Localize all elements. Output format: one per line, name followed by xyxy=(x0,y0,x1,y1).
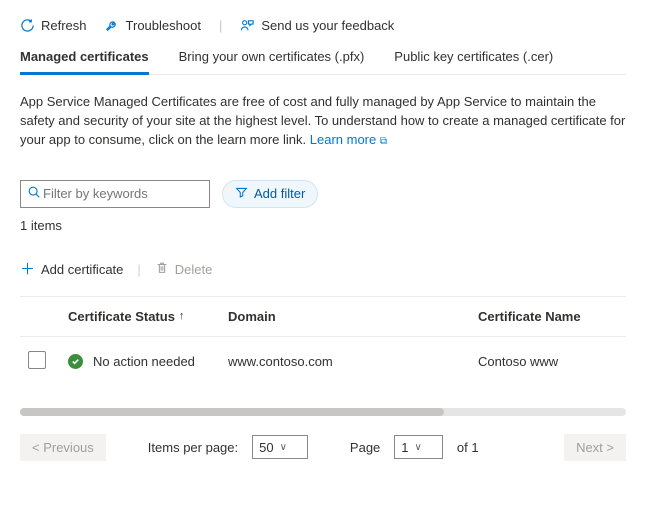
add-filter-label: Add filter xyxy=(254,186,305,201)
toolbar-separator: | xyxy=(219,18,222,33)
delete-button: Delete xyxy=(155,261,213,278)
refresh-button[interactable]: Refresh xyxy=(20,18,87,33)
refresh-icon xyxy=(20,18,35,33)
table-header-row: Certificate Status ↑ Domain Certificate … xyxy=(20,296,626,337)
items-per-page-select[interactable]: 50 ∨ xyxy=(252,435,308,459)
tab-bring-your-own-certificates[interactable]: Bring your own certificates (.pfx) xyxy=(179,49,365,74)
items-per-page-value: 50 xyxy=(259,440,273,455)
add-certificate-button[interactable]: ＋ Add certificate xyxy=(20,262,123,277)
feedback-label: Send us your feedback xyxy=(261,18,394,33)
column-header-name[interactable]: Certificate Name xyxy=(478,309,618,324)
search-icon xyxy=(27,185,41,202)
page-value: 1 xyxy=(401,440,408,455)
status-ok-icon xyxy=(68,354,83,369)
filter-icon xyxy=(235,186,248,202)
cell-domain: www.contoso.com xyxy=(228,354,478,369)
previous-page-button[interactable]: < Previous xyxy=(20,434,106,461)
table-row: No action needed www.contoso.com Contoso… xyxy=(20,337,626,386)
tab-managed-certificates[interactable]: Managed certificates xyxy=(20,49,149,75)
person-feedback-icon xyxy=(240,18,255,33)
description-text: App Service Managed Certificates are fre… xyxy=(20,93,626,150)
learn-more-link[interactable]: Learn more ⧉ xyxy=(310,132,387,147)
add-filter-button[interactable]: Add filter xyxy=(222,180,318,208)
refresh-label: Refresh xyxy=(41,18,87,33)
horizontal-scrollbar[interactable] xyxy=(20,408,626,416)
column-header-status[interactable]: Certificate Status ↑ xyxy=(68,309,228,324)
sort-ascending-icon: ↑ xyxy=(179,310,185,322)
troubleshoot-button[interactable]: Troubleshoot xyxy=(105,18,201,33)
troubleshoot-label: Troubleshoot xyxy=(126,18,201,33)
delete-label: Delete xyxy=(175,262,213,277)
items-per-page-label: Items per page: xyxy=(148,440,238,455)
cell-status: No action needed xyxy=(68,354,228,369)
page-label: Page xyxy=(350,440,380,455)
add-certificate-label: Add certificate xyxy=(41,262,123,277)
scrollbar-thumb[interactable] xyxy=(20,408,444,416)
cell-status-text: No action needed xyxy=(93,354,195,369)
learn-more-label: Learn more xyxy=(310,132,376,147)
filter-keywords-input[interactable] xyxy=(41,185,221,202)
column-header-domain[interactable]: Domain xyxy=(228,309,478,324)
feedback-button[interactable]: Send us your feedback xyxy=(240,18,394,33)
item-count: 1 items xyxy=(20,218,626,233)
next-page-button[interactable]: Next > xyxy=(564,434,626,461)
chevron-down-icon: ∨ xyxy=(415,442,422,453)
plus-icon: ＋ xyxy=(20,262,35,277)
wrench-icon xyxy=(105,18,120,33)
tab-public-key-certificates[interactable]: Public key certificates (.cer) xyxy=(394,49,553,74)
filter-keywords-input-wrapper[interactable] xyxy=(20,180,210,208)
chevron-down-icon: ∨ xyxy=(280,442,287,453)
external-link-icon: ⧉ xyxy=(380,136,387,147)
trash-icon xyxy=(155,261,169,278)
page-select[interactable]: 1 ∨ xyxy=(394,435,443,459)
cell-name: Contoso www xyxy=(478,354,618,369)
row-checkbox[interactable] xyxy=(28,351,46,369)
action-separator: | xyxy=(137,262,140,277)
page-total: of 1 xyxy=(457,440,479,455)
column-header-status-label: Certificate Status xyxy=(68,309,175,324)
